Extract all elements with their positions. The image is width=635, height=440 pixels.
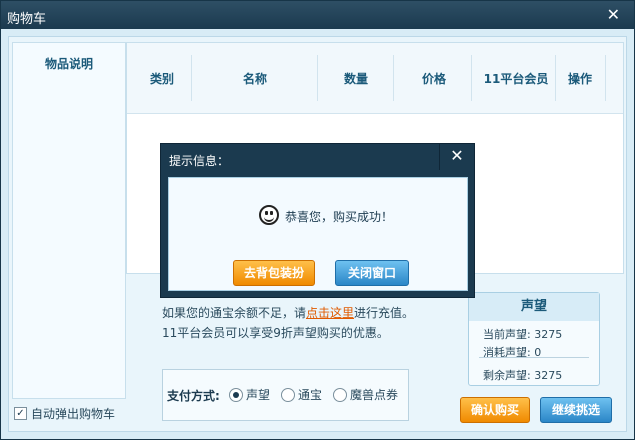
remaining-reputation: 剩余声望: 3275 [483,367,562,383]
payment-label: 支付方式: [167,389,220,403]
column-divider [393,55,394,101]
col-category: 类别 [149,72,174,86]
payment-option-wow-points[interactable]: 魔兽点券 [333,386,398,403]
radio-icon[interactable] [333,387,347,402]
col-name: 名称 [242,72,267,86]
payment-method-box: 支付方式: 声望 通宝 魔兽点券 [162,369,409,421]
recharge-text: 如果您的通宝余额不足，请 [162,306,307,320]
current-reputation: 当前声望: 3275 [483,326,562,342]
reputation-panel: 声望 当前声望: 3275 消耗声望: 0 剩余声望: 3275 [468,292,600,386]
column-divider [471,55,472,101]
payment-option-tongbao[interactable]: 通宝 [281,386,322,403]
remaining-reputation-value: 3275 [534,369,563,382]
recharge-text-suffix: 进行充值。 [354,306,415,320]
table-header: 类别 名称 数量 价格 11平台会员 操作 [127,43,623,114]
current-reputation-value: 3275 [534,328,563,341]
col-member: 11平台会员 [483,72,549,86]
radio-icon[interactable] [281,387,295,402]
dialog-body: 恭喜您，购买成功！ 去背包装扮 关闭窗口 [168,177,468,291]
dialog-message: 恭喜您，购买成功！ [285,210,394,224]
recharge-line: 如果您的通宝余额不足，请点击这里进行充值。 [162,303,414,323]
item-description-heading: 物品说明 [44,57,93,71]
payment-option-label: 通宝 [298,388,323,402]
col-price: 价格 [421,72,446,86]
divider [479,357,589,358]
auto-popup-option[interactable]: ✓ 自动弹出购物车 [14,405,115,422]
recharge-link[interactable]: 点击这里 [306,306,354,320]
payment-option-label: 声望 [246,388,271,402]
payment-option-label: 魔兽点券 [350,388,399,402]
go-to-bag-button[interactable]: 去背包装扮 [233,260,315,286]
item-description-panel: 物品说明 [12,42,126,399]
close-window-button[interactable]: 关闭窗口 [335,260,409,286]
column-divider [555,55,556,101]
success-dialog: 提示信息： ✕ 恭喜您，购买成功！ 去背包装扮 关闭窗口 [160,143,475,298]
recharge-info: 如果您的通宝余额不足，请点击这里进行充值。 11平台会员可以享受9折声望购买的优… [162,303,414,343]
title-bar[interactable]: 购物车 ✕ [1,1,634,29]
close-icon[interactable]: ✕ [607,5,620,24]
col-quantity: 数量 [343,72,368,86]
current-reputation-label: 当前声望: [483,328,531,341]
column-divider [317,55,318,101]
continue-shopping-button[interactable]: 继续挑选 [540,397,612,423]
window-title: 购物车 [7,12,47,27]
remaining-reputation-label: 剩余声望: [483,369,531,382]
member-discount-line: 11平台会员可以享受9折声望购买的优惠。 [162,326,389,340]
payment-option-reputation[interactable]: 声望 [229,386,270,403]
column-divider [191,55,192,101]
confirm-purchase-button[interactable]: 确认购买 [460,397,530,423]
dialog-title: 提示信息： [169,154,230,168]
checkbox-checked-icon[interactable]: ✓ [14,407,27,420]
dialog-close-icon[interactable]: ✕ [439,144,474,170]
smiley-icon [259,205,279,225]
reputation-title: 声望 [469,293,599,321]
col-action: 操作 [567,72,592,86]
radio-selected-icon[interactable] [229,387,243,402]
column-divider [605,55,606,101]
auto-popup-label: 自动弹出购物车 [31,407,116,421]
